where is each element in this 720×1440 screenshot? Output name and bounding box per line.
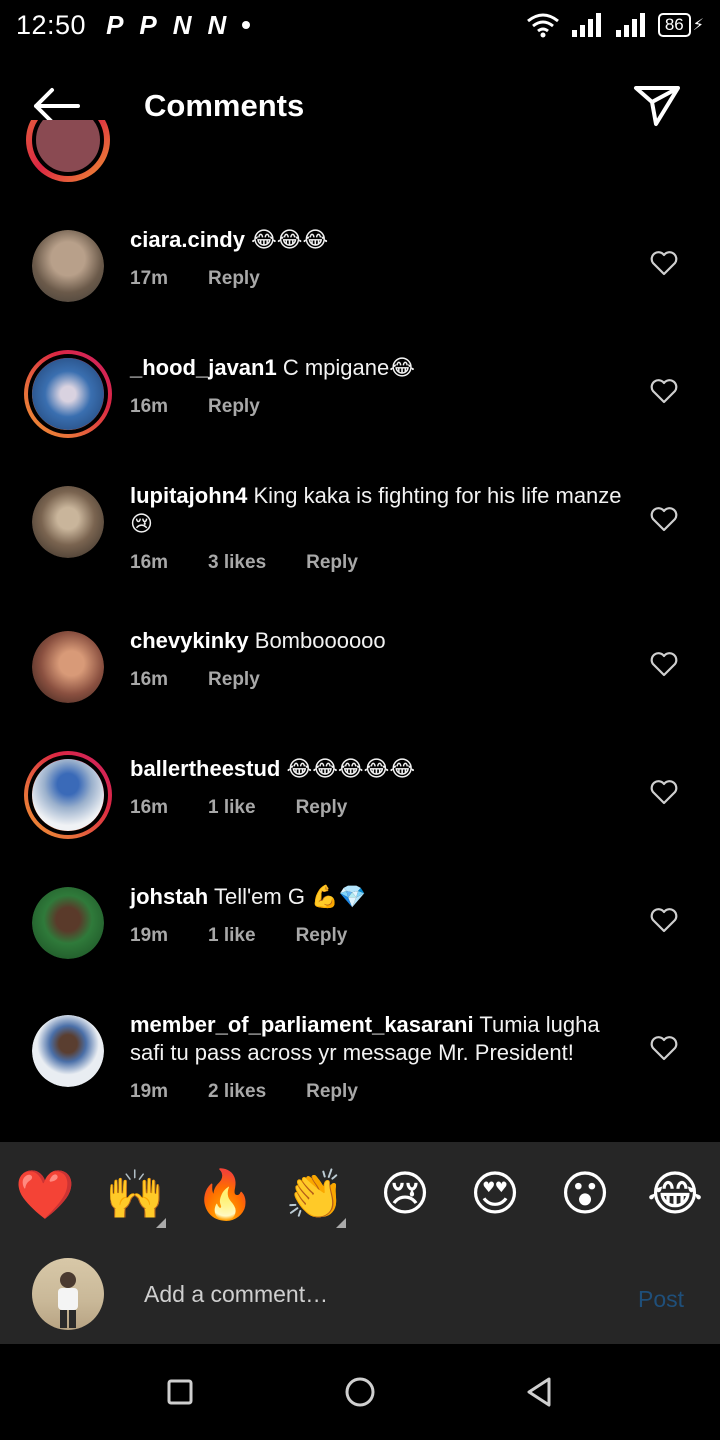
- comment-input[interactable]: [130, 1272, 610, 1316]
- like-heart-icon[interactable]: [650, 1035, 678, 1061]
- comment-meta: 16m Reply: [130, 396, 300, 418]
- wifi-icon: [526, 13, 559, 38]
- comment-time: 16m: [130, 552, 169, 573]
- like-count[interactable]: 1 like: [208, 797, 256, 819]
- quick-reaction-bar: ❤️ 🙌 🔥 👏 😢 😍 😮 😂: [0, 1142, 720, 1246]
- battery-indicator: 86 ⚡: [657, 13, 704, 37]
- scrolled-avatar: [26, 120, 110, 182]
- comment-composer: Post: [0, 1246, 720, 1344]
- reply-button[interactable]: Reply: [208, 268, 260, 290]
- comment-text: ciara.cindy 😂😂😂: [130, 226, 630, 254]
- comment-username[interactable]: ballertheestud: [130, 756, 280, 781]
- reaction-cry-button[interactable]: 😢: [360, 1142, 450, 1246]
- avatar[interactable]: [32, 631, 104, 703]
- skin-tone-indicator: [156, 1218, 166, 1228]
- reaction-clap-button[interactable]: 👏: [270, 1142, 360, 1246]
- comment-text: lupitajohn4 King kaka is fighting for hi…: [130, 482, 630, 538]
- current-user-avatar: [32, 1258, 104, 1330]
- raised-hands-icon: 🙌: [105, 1166, 165, 1223]
- post-button[interactable]: Post: [638, 1286, 684, 1313]
- battery-level: 86: [657, 13, 691, 37]
- comment-time: 16m: [130, 396, 169, 417]
- comment-meta: 16m 1 like Reply: [130, 797, 387, 819]
- comment-text: member_of_parliament_kasarani Tumia lugh…: [130, 1011, 630, 1067]
- like-heart-icon[interactable]: [650, 651, 678, 677]
- reaction-laugh-button[interactable]: 😂: [630, 1142, 720, 1246]
- reaction-fire-button[interactable]: 🔥: [180, 1142, 270, 1246]
- reply-button[interactable]: Reply: [306, 1081, 358, 1103]
- notification-n-icon: N: [172, 9, 192, 40]
- reply-button[interactable]: Reply: [296, 797, 348, 819]
- like-count[interactable]: 1 like: [208, 925, 256, 947]
- like-count[interactable]: 3 likes: [208, 552, 266, 574]
- like-heart-icon[interactable]: [650, 378, 678, 404]
- reply-button[interactable]: Reply: [208, 669, 260, 691]
- notification-p-icon: P: [106, 9, 124, 40]
- notification-p-icon: P: [139, 9, 157, 40]
- comment-text: _hood_javan1 C mpigane😂: [130, 354, 630, 382]
- page-title: Comments: [144, 88, 305, 123]
- reply-button[interactable]: Reply: [296, 925, 348, 947]
- like-heart-icon[interactable]: [650, 907, 678, 933]
- like-heart-icon[interactable]: [650, 779, 678, 805]
- avatar[interactable]: [32, 230, 104, 302]
- avatar[interactable]: [32, 1015, 104, 1087]
- reply-button[interactable]: Reply: [208, 396, 260, 418]
- comment-body: Tell'em G 💪💎: [213, 884, 366, 909]
- system-navigation-bar: [0, 1344, 720, 1440]
- comment-username[interactable]: chevykinky: [130, 628, 249, 653]
- comment-time: 17m: [130, 268, 169, 289]
- skin-tone-indicator: [336, 1218, 346, 1228]
- comment-body: C mpigane😂: [282, 355, 415, 380]
- avatar[interactable]: [32, 486, 104, 558]
- comment-time: 16m: [130, 797, 169, 818]
- like-count[interactable]: 2 likes: [208, 1081, 266, 1103]
- avatar-story[interactable]: [24, 350, 112, 438]
- notification-n-icon: N: [207, 9, 227, 40]
- comment-meta: 16m 3 likes Reply: [130, 552, 398, 574]
- comment-body: Bomboooooo: [254, 628, 386, 653]
- recent-apps-icon[interactable]: [160, 1372, 200, 1412]
- like-heart-icon[interactable]: [650, 506, 678, 532]
- comment-meta: 16m Reply: [130, 669, 300, 691]
- comment-username[interactable]: ciara.cindy: [130, 227, 245, 252]
- comment-body: 😂😂😂😂😂: [286, 756, 416, 781]
- reaction-heart-eyes-button[interactable]: 😍: [450, 1142, 540, 1246]
- back-triangle-icon[interactable]: [520, 1372, 560, 1412]
- comment-username[interactable]: _hood_javan1: [130, 355, 277, 380]
- avatar-story[interactable]: [24, 751, 112, 839]
- comment-text: ballertheestud 😂😂😂😂😂: [130, 755, 630, 783]
- comment-text: chevykinky Bomboooooo: [130, 627, 630, 655]
- clapping-hands-icon: 👏: [285, 1166, 345, 1223]
- comment-body: 😂😂😂: [251, 227, 329, 252]
- avatar[interactable]: [32, 887, 104, 959]
- notification-icons: P P N N: [106, 9, 251, 41]
- comment-meta: 19m 2 likes Reply: [130, 1081, 398, 1103]
- comment-username[interactable]: johstah: [130, 884, 208, 909]
- home-icon[interactable]: [340, 1372, 380, 1412]
- more-notifications-dot: [242, 21, 251, 29]
- signal-icon-2: [615, 13, 645, 37]
- comment-time: 16m: [130, 669, 169, 690]
- like-heart-icon[interactable]: [650, 250, 678, 276]
- comment-time: 19m: [130, 1081, 169, 1102]
- reaction-wow-button[interactable]: 😮: [540, 1142, 630, 1246]
- person-silhouette-icon: [58, 1272, 78, 1328]
- send-icon[interactable]: [630, 80, 684, 130]
- charging-icon: ⚡: [692, 17, 704, 34]
- comment-meta: 17m Reply: [130, 268, 300, 290]
- comment-username[interactable]: member_of_parliament_kasarani: [130, 1012, 474, 1037]
- comment-text: johstah Tell'em G 💪💎: [130, 883, 630, 911]
- comment-username[interactable]: lupitajohn4: [130, 483, 247, 508]
- reaction-heart-button[interactable]: ❤️: [0, 1142, 90, 1246]
- signal-icon: [571, 13, 601, 37]
- status-time: 12:50: [16, 9, 87, 40]
- reply-button[interactable]: Reply: [306, 552, 358, 574]
- comment-meta: 19m 1 like Reply: [130, 925, 387, 947]
- status-bar: 12:50 P P N N 86 ⚡: [0, 0, 720, 50]
- reaction-raised-hands-button[interactable]: 🙌: [90, 1142, 180, 1246]
- comment-time: 19m: [130, 925, 169, 946]
